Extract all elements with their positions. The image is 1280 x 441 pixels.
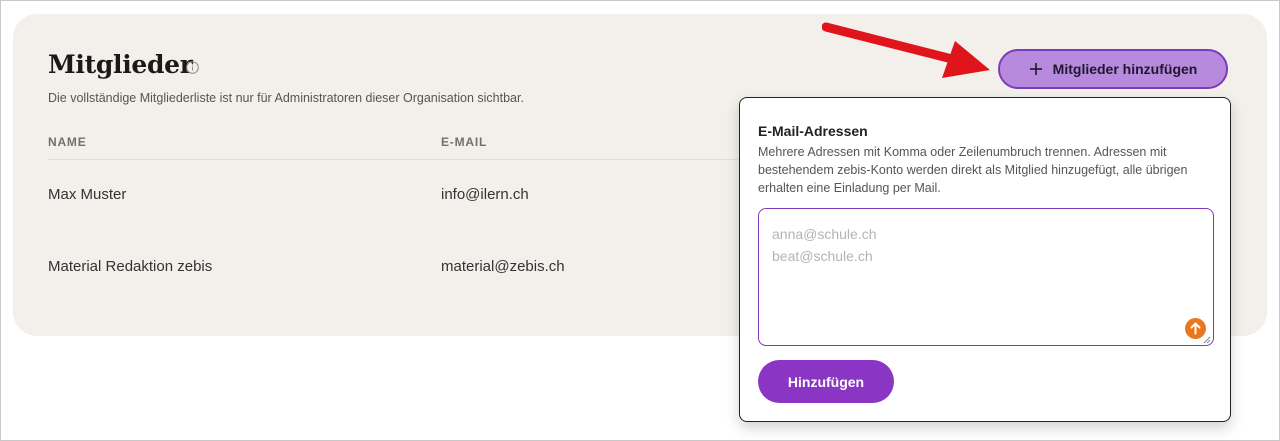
red-arrow-icon xyxy=(822,22,990,78)
add-members-label: Mitglieder hinzufügen xyxy=(1052,61,1198,77)
info-icon[interactable] xyxy=(186,61,199,74)
page-subtitle: Die vollständige Mitgliederliste ist nur… xyxy=(48,91,524,105)
member-name: Material Redaktion zebis xyxy=(48,258,213,275)
member-name: Max Muster xyxy=(48,186,127,203)
page-title: Mitglieder xyxy=(48,50,193,79)
table-header-divider xyxy=(48,159,738,160)
member-email: material@zebis.ch xyxy=(441,258,565,275)
column-header-email: E-MAIL xyxy=(441,135,488,149)
submit-button[interactable]: Hinzufügen xyxy=(758,360,894,403)
add-members-button[interactable]: Mitglieder hinzufügen xyxy=(998,49,1228,89)
member-email: info@ilern.ch xyxy=(441,186,529,203)
resize-handle-icon[interactable] xyxy=(1203,336,1211,344)
add-members-popover: E-Mail-Adressen Mehrere Adressen mit Kom… xyxy=(739,97,1231,422)
email-field-label: E-Mail-Adressen xyxy=(758,123,868,139)
email-field-help: Mehrere Adressen mit Komma oder Zeilenum… xyxy=(758,145,1188,195)
email-addresses-input[interactable]: anna@schule.ch beat@schule.ch xyxy=(758,208,1214,346)
plus-icon xyxy=(1029,63,1042,75)
column-header-name: NAME xyxy=(48,135,87,149)
